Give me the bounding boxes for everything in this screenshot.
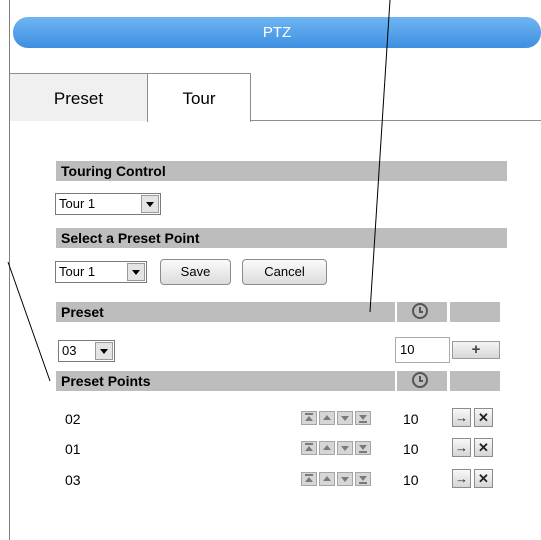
callout-line-preset-points: [7, 261, 51, 382]
callout-lines: [7, 0, 391, 382]
callout-line-preset: [369, 0, 391, 313]
